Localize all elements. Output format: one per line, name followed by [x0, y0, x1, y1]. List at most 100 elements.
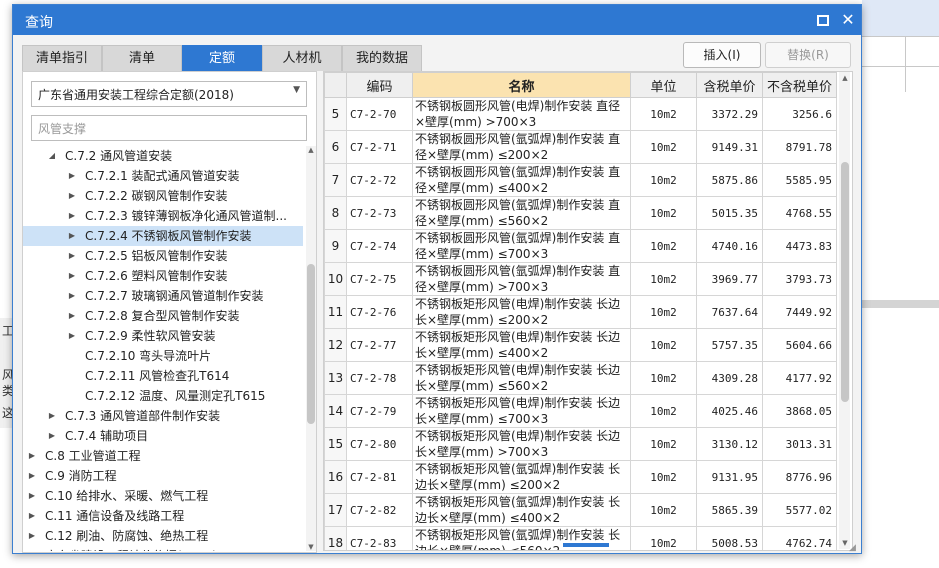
quota-code-cell[interactable]: C7-2-79 [346, 394, 413, 428]
tab-bill-guide[interactable]: 清单指引 [22, 45, 102, 71]
tree-node[interactable]: ▶ C.10 给排水、采暖、燃气工程 [23, 486, 303, 506]
table-row[interactable]: 11 C7-2-76 不锈钢板矩形风管(电焊)制作安装 长边长×壁厚(mm) ≤20… [324, 295, 837, 329]
unit-cell[interactable]: 10m2 [630, 130, 697, 164]
tree-node[interactable]: ▶ C.7.2.4 不锈钢板风管制作安装 [23, 226, 303, 246]
tree-node[interactable]: C.7.2.11 风管检查孔T614 [23, 366, 303, 386]
header-name[interactable]: 名称 [412, 72, 631, 98]
table-row[interactable]: 6 C7-2-71 不锈钢板圆形风管(氩弧焊)制作安装 直径×壁厚(mm) ≤200… [324, 130, 837, 164]
library-select[interactable]: 广东省通用安装工程综合定额(2018) ▼ [31, 81, 307, 107]
unit-cell[interactable]: 10m2 [630, 394, 697, 428]
row-index-cell[interactable]: 8 [324, 196, 347, 230]
tree-node[interactable]: ◢ C.7.2 通风管道安装 [23, 146, 303, 166]
price-without-tax-cell[interactable]: 3868.05 [762, 394, 837, 428]
price-without-tax-cell[interactable]: 3793.73 [762, 262, 837, 296]
price-without-tax-cell[interactable]: 3013.31 [762, 427, 837, 461]
collapse-icon[interactable]: ◢ [47, 146, 57, 166]
tree-node[interactable]: ▶ C.12 刷油、防腐蚀、绝热工程 [23, 526, 303, 546]
quota-code-cell[interactable]: C7-2-71 [346, 130, 413, 164]
tab-my-data[interactable]: 我的数据 [342, 45, 422, 71]
price-with-tax-cell[interactable]: 7637.64 [696, 295, 763, 329]
row-index-cell[interactable]: 11 [324, 295, 347, 329]
quota-code-cell[interactable]: C7-2-82 [346, 493, 413, 527]
quota-code-cell[interactable]: C7-2-76 [346, 295, 413, 329]
dialog-title-bar[interactable]: 查询 ✕ [13, 5, 861, 35]
tree-node[interactable]: ▶ C.7.3 通风管道部件制作安装 [23, 406, 303, 426]
quota-name-cell[interactable]: 不锈钢板矩形风管(电焊)制作安装 长边长×壁厚(mm) ≤560×2 [412, 361, 631, 395]
table-row[interactable]: 5 C7-2-70 不锈钢板圆形风管(电焊)制作安装 直径×壁厚(mm) >700×… [324, 97, 837, 131]
search-input[interactable]: 风管支撑 [31, 115, 307, 141]
expand-icon[interactable]: ▶ [27, 526, 37, 546]
unit-cell[interactable]: 10m2 [630, 295, 697, 329]
row-index-cell[interactable]: 12 [324, 328, 347, 362]
expand-icon[interactable]: ▶ [47, 426, 57, 446]
quota-name-cell[interactable]: 不锈钢板矩形风管(电焊)制作安装 长边长×壁厚(mm) ≤200×2 [412, 295, 631, 329]
tree-scrollbar[interactable]: ▲ ▼ [306, 146, 316, 551]
table-row[interactable]: 7 C7-2-72 不锈钢板圆形风管(氩弧焊)制作安装 直径×壁厚(mm) ≤400… [324, 163, 837, 197]
tree-node[interactable]: ▶ C.7.2.8 复合型风管制作安装 [23, 306, 303, 326]
table-row[interactable]: 18 C7-2-83 不锈钢板矩形风管(氩弧焊)制作安装 长边长×壁厚(mm) ≤5… [324, 526, 837, 550]
price-without-tax-cell[interactable]: 3256.6 [762, 97, 837, 131]
price-with-tax-cell[interactable]: 5875.86 [696, 163, 763, 197]
table-scroll-thumb[interactable] [841, 162, 849, 402]
quota-code-cell[interactable]: C7-2-83 [346, 526, 413, 550]
quota-code-cell[interactable]: C7-2-80 [346, 427, 413, 461]
row-index-cell[interactable]: 15 [324, 427, 347, 461]
tree-node[interactable]: ▶ C.7.2.3 镀锌薄钢板净化通风管道制... [23, 206, 303, 226]
expand-icon[interactable]: ▶ [67, 226, 77, 246]
price-without-tax-cell[interactable]: 5585.95 [762, 163, 837, 197]
expand-icon[interactable]: ▶ [67, 306, 77, 326]
expand-icon[interactable]: ▶ [67, 166, 77, 186]
unit-cell[interactable]: 10m2 [630, 460, 697, 494]
price-without-tax-cell[interactable]: 8791.78 [762, 130, 837, 164]
row-index-cell[interactable]: 6 [324, 130, 347, 164]
expand-icon[interactable]: ▶ [27, 446, 37, 466]
price-without-tax-cell[interactable]: 4473.83 [762, 229, 837, 263]
tree-node[interactable]: ▶ 广东省建设工程计价依据(2018) [23, 546, 303, 551]
header-price-with-tax[interactable]: 含税单价 [696, 72, 763, 98]
table-scrollbar[interactable]: ▲ ▼ [839, 72, 850, 549]
expand-icon[interactable]: ▶ [27, 466, 37, 486]
price-with-tax-cell[interactable]: 3130.12 [696, 427, 763, 461]
row-index-cell[interactable]: 5 [324, 97, 347, 131]
price-without-tax-cell[interactable]: 4768.55 [762, 196, 837, 230]
price-without-tax-cell[interactable]: 7449.92 [762, 295, 837, 329]
table-row[interactable]: 12 C7-2-77 不锈钢板矩形风管(电焊)制作安装 长边长×壁厚(mm) ≤40… [324, 328, 837, 362]
header-code[interactable]: 编码 [346, 72, 413, 98]
price-with-tax-cell[interactable]: 4025.46 [696, 394, 763, 428]
quota-code-cell[interactable]: C7-2-74 [346, 229, 413, 263]
table-row[interactable]: 16 C7-2-81 不锈钢板矩形风管(氩弧焊)制作安装 长边长×壁厚(mm) ≤2… [324, 460, 837, 494]
expand-icon[interactable]: ▶ [67, 286, 77, 306]
expand-icon[interactable]: ▶ [67, 246, 77, 266]
row-index-cell[interactable]: 10 [324, 262, 347, 296]
tree-node[interactable]: ▶ C.9 消防工程 [23, 466, 303, 486]
insert-button[interactable]: 插入(I) [683, 42, 761, 68]
header-index[interactable] [324, 72, 347, 98]
price-with-tax-cell[interactable]: 9131.95 [696, 460, 763, 494]
row-index-cell[interactable]: 16 [324, 460, 347, 494]
quota-code-cell[interactable]: C7-2-72 [346, 163, 413, 197]
table-row[interactable]: 15 C7-2-80 不锈钢板矩形风管(电焊)制作安装 长边长×壁厚(mm) >70… [324, 427, 837, 461]
tree-node[interactable]: ▶ C.7.2.1 装配式通风管道安装 [23, 166, 303, 186]
chevron-down-icon[interactable]: ▼ [293, 85, 300, 95]
price-with-tax-cell[interactable]: 5008.53 [696, 526, 763, 550]
quota-name-cell[interactable]: 不锈钢板矩形风管(氩弧焊)制作安装 长边长×壁厚(mm) ≤560×2 [412, 526, 631, 550]
scroll-up-icon[interactable]: ▲ [306, 146, 316, 154]
quota-name-cell[interactable]: 不锈钢板圆形风管(氩弧焊)制作安装 直径×壁厚(mm) ≤400×2 [412, 163, 631, 197]
row-index-cell[interactable]: 17 [324, 493, 347, 527]
quota-name-cell[interactable]: 不锈钢板矩形风管(电焊)制作安装 长边长×壁厚(mm) >700×3 [412, 427, 631, 461]
price-without-tax-cell[interactable]: 8776.96 [762, 460, 837, 494]
table-row[interactable]: 14 C7-2-79 不锈钢板矩形风管(电焊)制作安装 长边长×壁厚(mm) ≤70… [324, 394, 837, 428]
expand-icon[interactable]: ▶ [27, 546, 37, 551]
table-row[interactable]: 9 C7-2-74 不锈钢板圆形风管(氩弧焊)制作安装 直径×壁厚(mm) ≤700… [324, 229, 837, 263]
quota-code-cell[interactable]: C7-2-81 [346, 460, 413, 494]
tree-node[interactable]: ▶ C.7.2.2 碳钢风管制作安装 [23, 186, 303, 206]
tree-node[interactable]: C.7.2.12 温度、风量测定孔T615 [23, 386, 303, 406]
quota-code-cell[interactable]: C7-2-77 [346, 328, 413, 362]
price-with-tax-cell[interactable]: 3372.29 [696, 97, 763, 131]
close-icon[interactable]: ✕ [839, 11, 857, 29]
unit-cell[interactable]: 10m2 [630, 163, 697, 197]
maximize-icon[interactable] [814, 11, 832, 29]
tree-node[interactable]: ▶ C.11 通信设备及线路工程 [23, 506, 303, 526]
row-index-cell[interactable]: 14 [324, 394, 347, 428]
tree-node[interactable]: C.7.2.10 弯头导流叶片 [23, 346, 303, 366]
